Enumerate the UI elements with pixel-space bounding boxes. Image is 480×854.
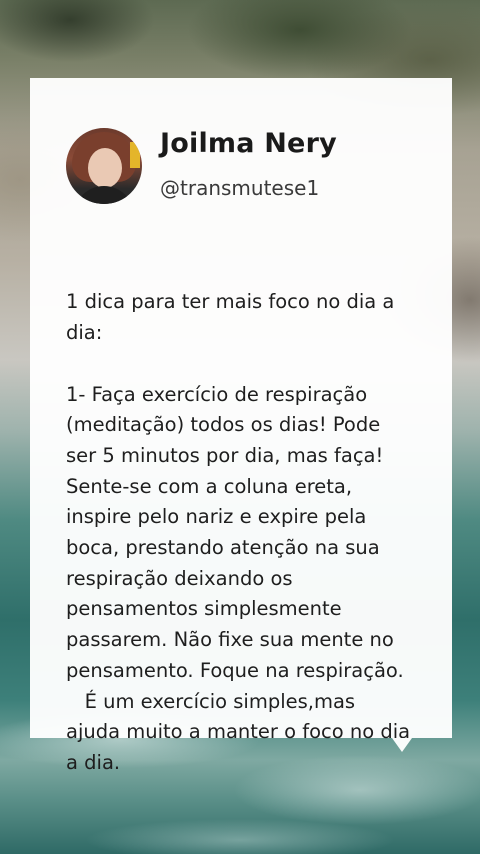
post-line: passarem. Não fixe sua mente no: [66, 628, 394, 652]
avatar[interactable]: [66, 128, 142, 204]
post-line: ajuda muito a manter o foco no dia: [66, 720, 411, 744]
avatar-accent: [130, 142, 140, 168]
post-line: boca, prestando atenção na sua: [66, 536, 380, 560]
author-name[interactable]: Joilma Nery: [160, 128, 337, 159]
speech-bubble-tail: [392, 738, 412, 752]
post-line: dia:: [66, 321, 103, 345]
post-line: ser 5 minutos por dia, mas faça!: [66, 443, 384, 467]
avatar-shirt: [74, 186, 134, 204]
post-line: pensamentos simplesmente: [66, 597, 342, 621]
avatar-face: [88, 148, 122, 188]
author-handle[interactable]: @transmutese1: [160, 176, 319, 200]
post-line: respiração deixando os: [66, 566, 293, 590]
post-line: [66, 349, 446, 380]
post-line: pensamento. Foque na respiração.: [66, 658, 404, 682]
post-text: 1 dica para ter mais foco no dia a dia: 1…: [66, 226, 446, 840]
post-line: 1- Faça exercício de respiração: [66, 382, 368, 406]
post-line: É um exercício simples,mas: [66, 689, 356, 713]
post-line: (meditação) todos os dias! Pode: [66, 413, 381, 437]
post-line: 1 dica para ter mais foco no dia a: [66, 290, 395, 314]
post-card: Joilma Nery @transmutese1 1 dica para te…: [30, 78, 452, 774]
post-line: Sente-se com a coluna ereta,: [66, 474, 353, 498]
post-line: a dia.: [66, 750, 121, 774]
post-line: inspire pelo nariz e expire pela: [66, 505, 367, 529]
